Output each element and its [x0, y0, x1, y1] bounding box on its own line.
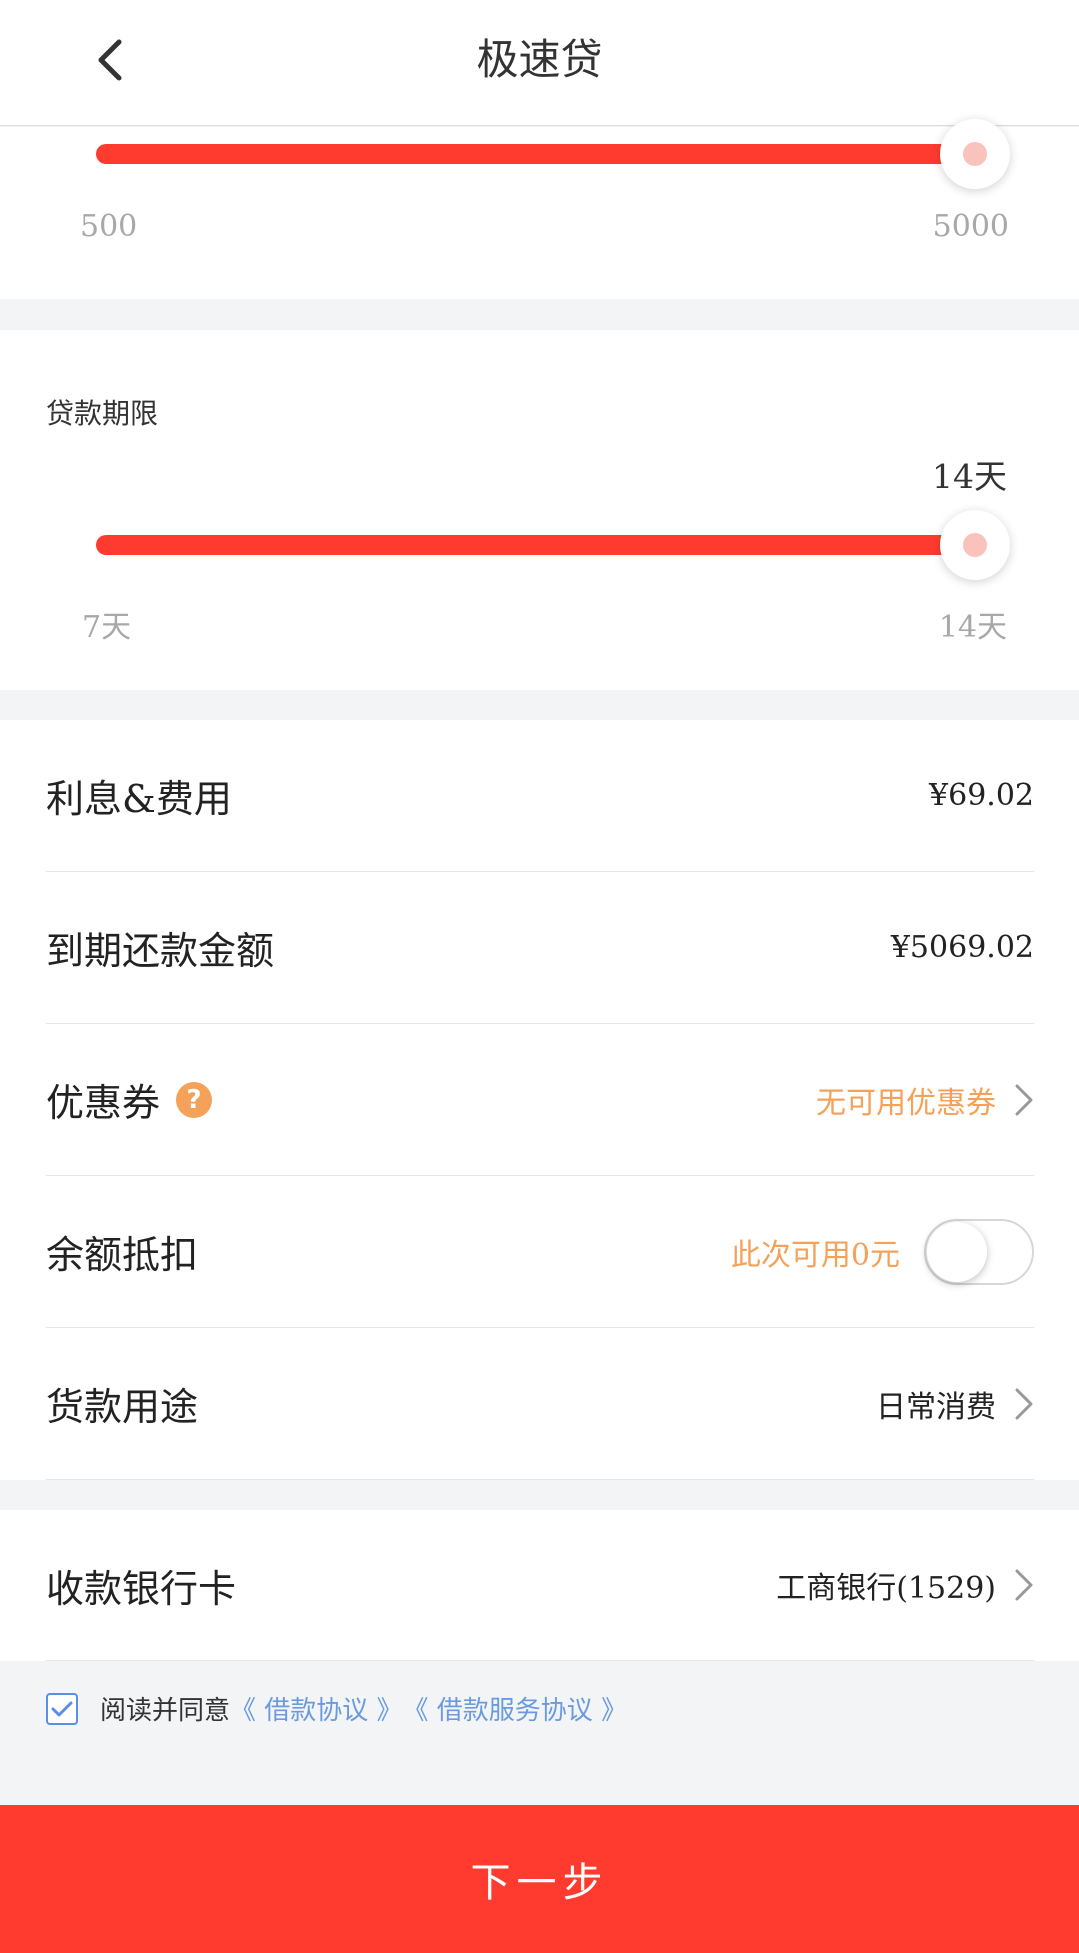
chevron-right-icon [1014, 1568, 1034, 1602]
loan-service-agreement-link[interactable]: 《 借款服务协议 》 [403, 1690, 628, 1727]
term-max-label: 14天 [938, 610, 1007, 645]
details-card: 利息&费用 ¥69.02 到期还款金额 ¥5069.02 优惠券 ? 无可用优惠… [0, 720, 1079, 1480]
loan-agreement-link[interactable]: 《 借款协议 》 [230, 1690, 403, 1727]
agreement: 阅读并同意 《 借款协议 》 《 借款服务协议 》 [46, 1690, 627, 1727]
repayment-label: 到期还款金额 [46, 929, 275, 973]
purpose-row[interactable]: 货款用途 日常消费 [46, 1328, 1034, 1480]
coupon-label: 优惠券 [46, 1081, 161, 1125]
term-card: 贷款期限 14天 7天 14天 [0, 330, 1079, 690]
purpose-value: 日常消费 [876, 1389, 996, 1425]
chevron-right-icon [1014, 1083, 1034, 1117]
interest-label: 利息&费用 [46, 777, 232, 821]
help-icon[interactable]: ? [176, 1081, 213, 1118]
balance-toggle-knob [927, 1221, 987, 1282]
agreement-prefix: 阅读并同意 [100, 1696, 231, 1726]
term-label: 贷款期限 [46, 397, 159, 430]
amount-slider-thumb[interactable] [940, 119, 1010, 189]
amount-min-label: 500 [80, 209, 138, 244]
coupon-row[interactable]: 优惠券 ? 无可用优惠券 [46, 1024, 1034, 1176]
bank-card: 收款银行卡 工商银行(1529) [0, 1510, 1079, 1661]
next-button[interactable]: 下一步 [0, 1805, 1079, 1953]
bank-label: 收款银行卡 [46, 1566, 237, 1611]
repayment-row: 到期还款金额 ¥5069.02 [46, 872, 1034, 1024]
balance-row: 余额抵扣 此次可用0元 [46, 1176, 1034, 1328]
amount-slider-thumb-dot [963, 142, 987, 166]
chevron-right-icon [1014, 1387, 1034, 1421]
balance-value: 此次可用0元 [730, 1237, 900, 1273]
page-title: 极速贷 [476, 35, 603, 84]
amount-max-label: 5000 [932, 209, 1009, 244]
bank-row[interactable]: 收款银行卡 工商银行(1529) [46, 1510, 1034, 1661]
balance-toggle[interactable] [924, 1218, 1034, 1285]
purpose-label: 货款用途 [46, 1385, 199, 1429]
agreement-checkbox[interactable] [46, 1692, 78, 1725]
term-slider-thumb-dot [963, 533, 987, 557]
term-slider-track[interactable] [96, 535, 976, 555]
term-slider-thumb[interactable] [940, 510, 1010, 580]
coupon-value: 无可用优惠券 [816, 1085, 996, 1121]
interest-value: ¥69.02 [929, 778, 1034, 813]
interest-row: 利息&费用 ¥69.02 [46, 720, 1034, 872]
nav-bar: 极速贷 [0, 0, 1079, 126]
amount-slider-track[interactable] [96, 144, 976, 164]
term-min-label: 7天 [82, 610, 132, 645]
repayment-value: ¥5069.02 [890, 930, 1034, 965]
balance-label: 余额抵扣 [46, 1233, 199, 1277]
term-current-value: 14天 [932, 457, 1007, 496]
amount-card: 500 5000 [0, 119, 1079, 299]
bank-value: 工商银行(1529) [776, 1571, 996, 1606]
check-icon [51, 1701, 73, 1716]
